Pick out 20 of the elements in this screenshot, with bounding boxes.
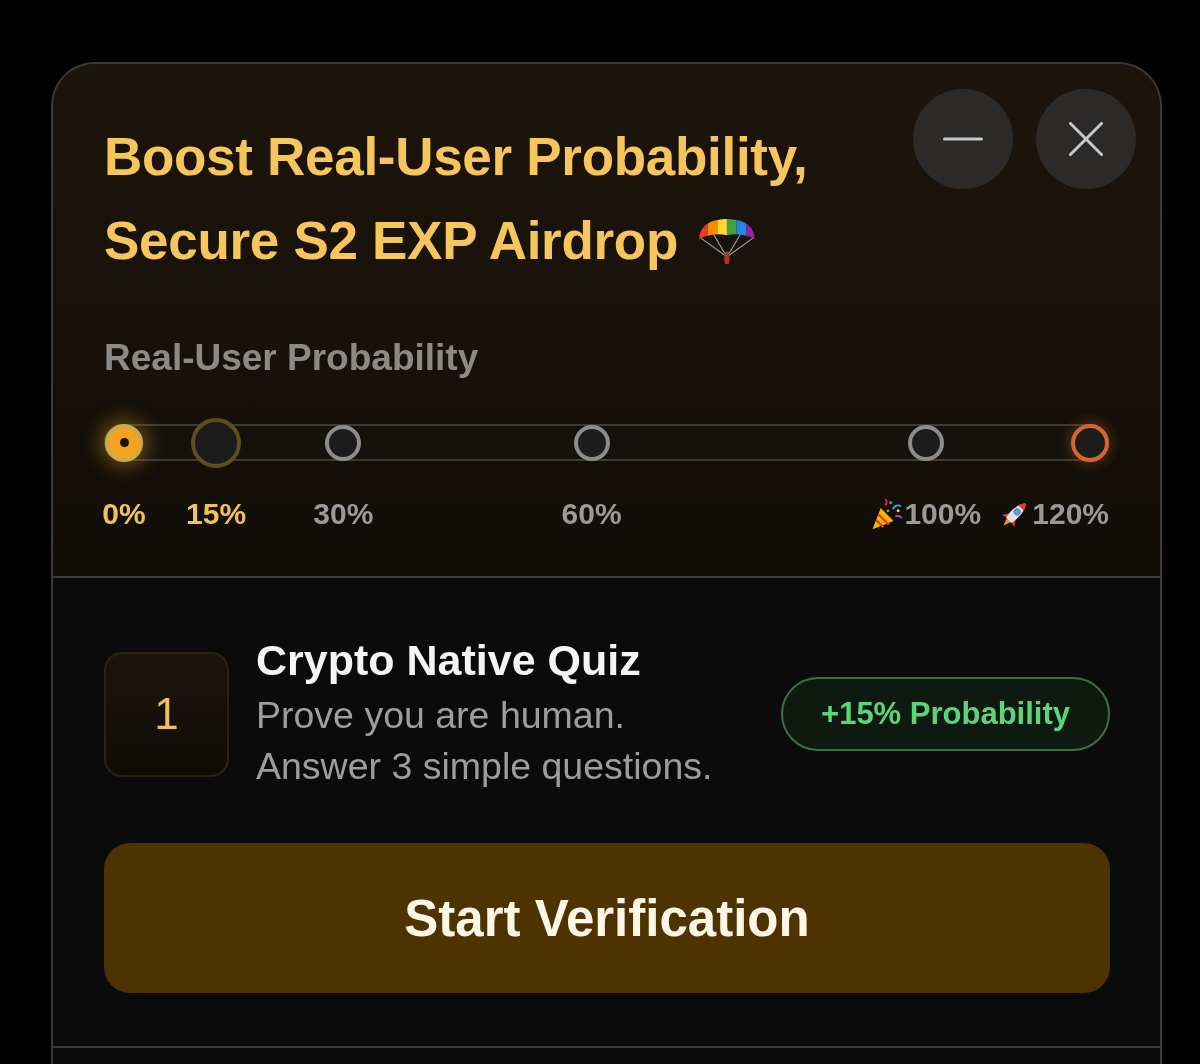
dialog-title: Boost Real-User Probability, xyxy=(104,126,808,188)
reward-badge: +15% Probability xyxy=(781,677,1110,751)
milestone-label: 120% xyxy=(1032,496,1109,532)
section-label: Real-User Probability xyxy=(104,338,479,378)
task-description: Answer 3 simple questions. xyxy=(256,744,713,789)
dialog-title: Secure S2 EXP Airdrop xyxy=(104,210,678,272)
task-title: Crypto Native Quiz xyxy=(256,636,641,684)
milestone-marker xyxy=(1071,423,1109,462)
minimize-icon xyxy=(943,137,983,141)
close-icon xyxy=(1069,122,1103,156)
start-verification-button[interactable]: Start Verification xyxy=(104,843,1110,993)
milestone-label: 15% xyxy=(186,496,247,532)
milestone-marker xyxy=(105,423,143,462)
milestone-label: 0% xyxy=(102,496,146,532)
milestone-label: 60% xyxy=(561,496,622,532)
party-popper-icon xyxy=(870,497,904,531)
milestone-label: 30% xyxy=(313,496,374,532)
step-number: 1 xyxy=(104,651,229,777)
milestone-label: 100% xyxy=(904,496,982,532)
task-description: Prove you are human. xyxy=(256,693,625,738)
